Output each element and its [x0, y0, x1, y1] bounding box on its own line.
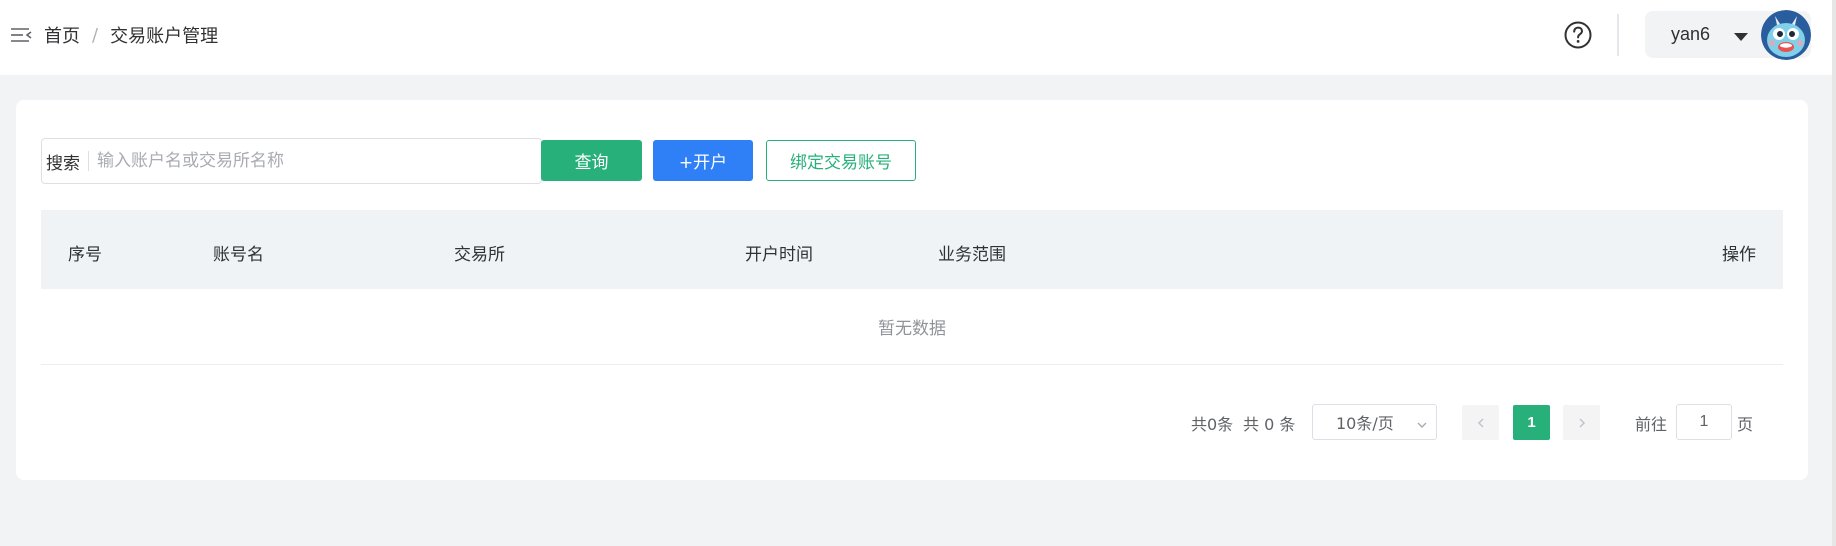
- table-empty-row: 暂无数据: [41, 289, 1783, 365]
- open-account-button[interactable]: +开户: [653, 140, 753, 181]
- page-size-value: 10条/页: [1336, 414, 1394, 433]
- breadcrumb: 首页 / 交易账户管理: [44, 22, 218, 48]
- column-header-account: 账号名: [213, 245, 264, 265]
- table-header: 序号 账号名 交易所 开户时间 业务范围 操作: [41, 210, 1783, 289]
- column-header-open-time: 开户时间: [745, 245, 813, 265]
- page-suffix: 页: [1737, 415, 1754, 434]
- user-name[interactable]: yan6: [1671, 24, 1710, 45]
- chevron-left-icon: [1477, 417, 1484, 428]
- goto-label: 前往: [1635, 415, 1668, 434]
- search-field: 搜索: [41, 138, 542, 184]
- column-header-exchange: 交易所: [454, 245, 505, 265]
- column-header-index: 序号: [68, 245, 102, 265]
- prev-page-button[interactable]: [1462, 405, 1499, 440]
- query-button[interactable]: 查询: [541, 140, 642, 181]
- avatar[interactable]: [1761, 10, 1811, 60]
- pagination-total-short: 共0条: [1191, 415, 1234, 434]
- breadcrumb-separator: /: [92, 24, 99, 46]
- next-page-button[interactable]: [1563, 405, 1600, 440]
- caret-down-icon[interactable]: [1734, 33, 1748, 41]
- goto-page-input[interactable]: [1676, 404, 1732, 440]
- search-input[interactable]: [97, 141, 541, 181]
- chevron-right-icon: [1578, 417, 1585, 428]
- page-number-current[interactable]: 1: [1513, 405, 1550, 440]
- chevron-down-icon: [1416, 416, 1428, 428]
- column-header-business-scope: 业务范围: [938, 245, 1006, 265]
- menu-fold-icon[interactable]: [10, 25, 32, 47]
- bind-account-button[interactable]: 绑定交易账号: [766, 140, 916, 181]
- page-scrollbar[interactable]: [1832, 0, 1836, 546]
- main-card: 搜索 查询 +开户 绑定交易账号 序号 账号名 交易所 开户时间 业务范围 操作…: [16, 100, 1808, 480]
- empty-text: 暂无数据: [878, 319, 946, 339]
- search-label: 搜索: [46, 153, 80, 174]
- page-size-select[interactable]: 10条/页: [1312, 404, 1437, 440]
- header-divider: [1617, 14, 1619, 56]
- search-divider: [88, 151, 89, 171]
- pagination-total: 共 0 条: [1243, 415, 1296, 434]
- breadcrumb-home[interactable]: 首页: [44, 22, 80, 48]
- column-header-actions: 操作: [1722, 245, 1756, 265]
- top-header: 首页 / 交易账户管理 yan6: [0, 0, 1836, 75]
- breadcrumb-current: 交易账户管理: [110, 26, 219, 47]
- help-icon[interactable]: [1563, 20, 1593, 50]
